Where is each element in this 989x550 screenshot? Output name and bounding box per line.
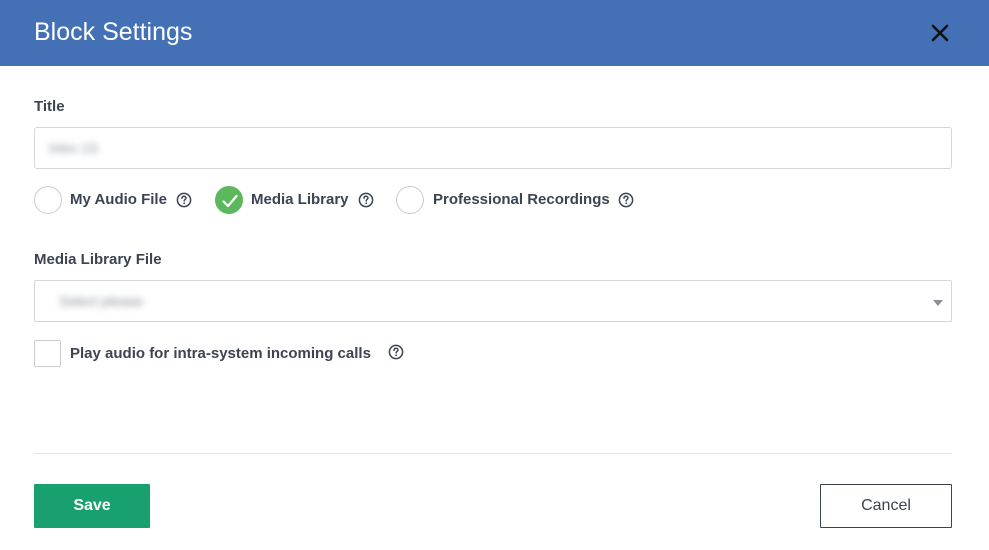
title-label: Title	[34, 98, 65, 115]
help-circle-icon[interactable]	[358, 192, 374, 208]
help-circle-icon[interactable]	[176, 192, 192, 208]
save-button[interactable]: Save	[34, 484, 150, 528]
close-button[interactable]	[925, 18, 955, 48]
footer-divider	[34, 453, 952, 454]
title-input[interactable]: Intro 1S	[34, 127, 952, 169]
chevron-down-icon	[933, 300, 943, 306]
help-circle-icon[interactable]	[618, 192, 634, 208]
block-settings-dialog: Block Settings Title Intro 1S My Audio F…	[0, 0, 989, 550]
radio-my-audio-file[interactable]	[34, 186, 62, 214]
check-icon	[222, 194, 238, 208]
dialog-header: Block Settings	[0, 0, 989, 66]
media-library-file-select[interactable]: Select please	[34, 280, 952, 322]
radio-label-my-audio-file[interactable]: My Audio File	[70, 191, 167, 209]
help-circle-icon[interactable]	[388, 344, 404, 360]
radio-label-professional-recordings[interactable]: Professional Recordings	[433, 191, 610, 209]
select-placeholder: Select please	[59, 293, 144, 309]
radio-media-library[interactable]	[215, 186, 243, 214]
dialog-title: Block Settings	[34, 18, 193, 46]
radio-professional-recordings[interactable]	[396, 186, 424, 214]
cancel-button[interactable]: Cancel	[820, 484, 952, 528]
audio-source-radio-group: My Audio File Media Library Professional…	[34, 186, 952, 214]
play-audio-label[interactable]: Play audio for intra-system incoming cal…	[70, 345, 371, 363]
title-input-value: Intro 1S	[49, 140, 99, 156]
media-library-file-label: Media Library File	[34, 251, 162, 268]
play-audio-checkbox[interactable]	[34, 340, 61, 367]
close-icon	[931, 24, 949, 42]
radio-label-media-library[interactable]: Media Library	[251, 191, 349, 209]
